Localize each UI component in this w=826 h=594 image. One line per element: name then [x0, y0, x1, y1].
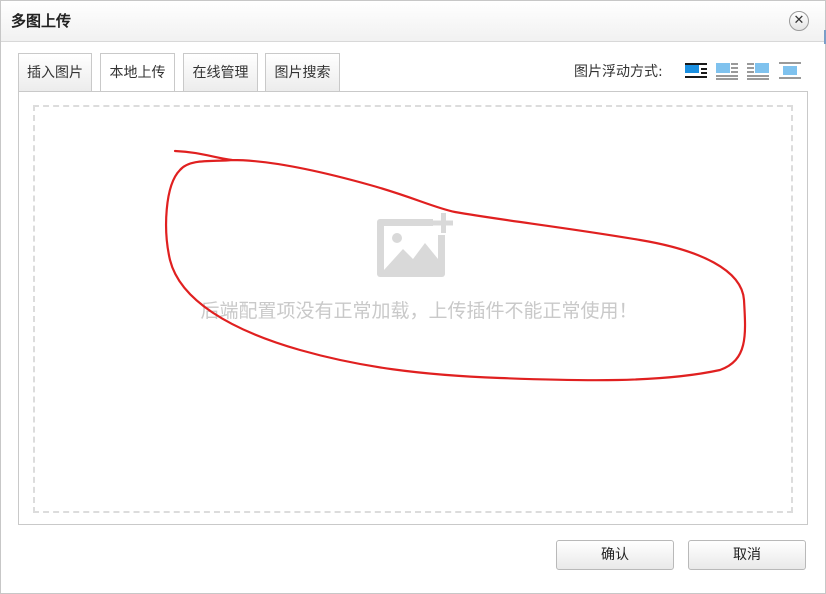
float-left-icon[interactable] — [715, 61, 739, 81]
confirm-button[interactable]: 确认 — [556, 540, 674, 570]
close-icon[interactable]: ✕ — [789, 11, 809, 31]
dialog-title: 多图上传 — [11, 12, 72, 30]
tab-local-upload[interactable]: 本地上传 — [100, 53, 175, 93]
float-center-icon[interactable] — [778, 61, 802, 81]
dialog-titlebar: 多图上传 ✕ — [1, 1, 825, 42]
tab-label: 本地上传 — [109, 65, 166, 81]
tab-label: 图片搜索 — [274, 65, 331, 81]
float-right-icon[interactable] — [746, 61, 770, 81]
tab-image-search[interactable]: 图片搜索 — [265, 53, 340, 91]
tab-online-manage[interactable]: 在线管理 — [183, 53, 258, 91]
tab-insert-image[interactable]: 插入图片 — [18, 53, 92, 91]
config-error-message: 后端配置项没有正常加载，上传插件不能正常使用！ — [200, 300, 638, 322]
multi-image-upload-dialog: 多图上传 ✕ 插入图片 本地上传 在线管理 图片搜索 图片浮动方式: 后端配置项… — [0, 0, 826, 594]
tab-label: 在线管理 — [192, 65, 249, 81]
float-none-icon[interactable] — [684, 61, 708, 81]
tab-label: 插入图片 — [27, 65, 83, 81]
float-mode-label: 图片浮动方式: — [574, 64, 663, 80]
image-add-icon — [377, 211, 457, 277]
cancel-button[interactable]: 取消 — [688, 540, 806, 570]
